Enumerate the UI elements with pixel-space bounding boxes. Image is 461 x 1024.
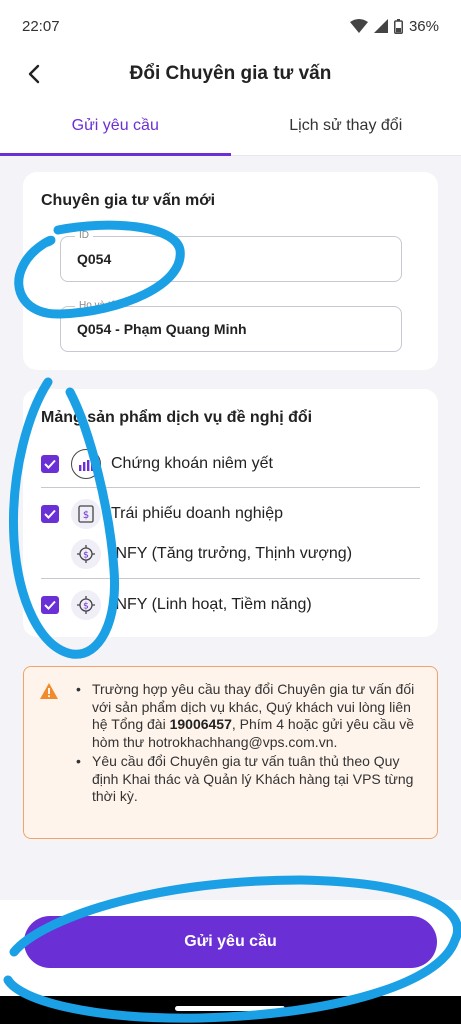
status-time: 22:07 <box>22 17 60 35</box>
products-card: Mảng sản phẩm dịch vụ đề nghị đổi Chứng … <box>23 389 438 637</box>
system-nav-bar <box>0 996 461 1024</box>
tab-change-history[interactable]: Lịch sử thay đổi <box>231 96 461 155</box>
product-item-infy-growth[interactable]: $ INFY (Tăng trưởng, Thịnh vượng) <box>41 534 420 574</box>
product-item-listed-securities[interactable]: Chứng khoán niêm yết <box>41 444 420 484</box>
check-icon <box>44 600 56 610</box>
advisor-name-field[interactable]: Họ và tên Q054 - Phạm Quang Minh <box>60 300 402 352</box>
battery-level: 36% <box>408 17 439 35</box>
advisor-name-label: Họ và tên <box>75 300 126 311</box>
bond-document-icon: $ <box>71 499 101 529</box>
new-advisor-title: Chuyên gia tư vấn mới <box>41 192 216 209</box>
notice-box: Trường hợp yêu cầu thay đổi Chuyên gia t… <box>23 666 438 839</box>
bar-chart-icon <box>71 449 101 479</box>
svg-text:$: $ <box>83 551 89 561</box>
submit-request-button[interactable]: Gửi yêu cầu <box>24 916 437 968</box>
divider <box>41 578 420 579</box>
divider <box>41 487 420 488</box>
tab-send-request[interactable]: Gửi yêu cầu <box>0 96 231 156</box>
hotline-number: 19006457 <box>169 716 232 732</box>
checkbox-checked[interactable] <box>41 455 59 473</box>
notice-text: . <box>333 733 338 750</box>
product-label: Trái phiếu doanh nghiệp <box>111 505 283 522</box>
status-bar: 22:07 36% <box>0 0 461 52</box>
check-icon <box>44 459 56 469</box>
advisor-name-value: Q054 - Phạm Quang Minh <box>77 321 247 337</box>
svg-text:$: $ <box>83 602 89 612</box>
notice-item-contact: Trường hợp yêu cầu thay đổi Chuyên gia t… <box>74 681 421 751</box>
checkbox-checked[interactable] <box>41 505 59 523</box>
checkbox-checked[interactable] <box>41 596 59 614</box>
check-icon <box>44 509 56 519</box>
support-email-link[interactable]: hotrokhachhang@vps.com.vn <box>148 734 333 750</box>
status-icons: 36% <box>349 17 439 35</box>
page-title: Đổi Chuyên gia tư vấn <box>129 63 332 84</box>
wifi-icon <box>349 19 368 33</box>
notice-item-regulation: Yêu cầu đổi Chuyên gia tư vấn tuân thủ t… <box>74 753 421 806</box>
target-dollar-icon: $ <box>71 539 101 569</box>
product-label: INFY (Tăng trưởng, Thịnh vượng) <box>111 545 353 562</box>
new-advisor-card: Chuyên gia tư vấn mới ID Q054 Họ và tên … <box>23 172 438 370</box>
back-button[interactable] <box>18 58 50 90</box>
product-item-infy-flexible[interactable]: $ INFY (Linh hoạt, Tiềm năng) <box>41 585 420 625</box>
target-dollar-icon: $ <box>71 590 101 620</box>
bottom-action-bar: Gửi yêu cầu <box>0 900 461 996</box>
products-title: Mảng sản phẩm dịch vụ đề nghị đổi <box>41 409 313 426</box>
product-label: Chứng khoán niêm yết <box>111 455 273 472</box>
advisor-id-field[interactable]: ID Q054 <box>60 230 402 282</box>
chevron-left-icon <box>28 64 40 84</box>
advisor-id-value: Q054 <box>77 251 112 267</box>
product-label: INFY (Linh hoạt, Tiềm năng) <box>111 596 312 613</box>
warning-icon <box>40 683 58 699</box>
advisor-id-label: ID <box>75 230 93 241</box>
svg-text:$: $ <box>83 510 89 521</box>
home-indicator[interactable] <box>175 1006 285 1011</box>
product-item-corporate-bonds[interactable]: $ Trái phiếu doanh nghiệp <box>41 494 420 534</box>
signal-icon <box>373 19 388 33</box>
battery-icon <box>393 18 403 34</box>
app-header: Đổi Chuyên gia tư vấn <box>0 52 461 96</box>
tab-bar: Gửi yêu cầu Lịch sử thay đổi <box>0 96 461 156</box>
